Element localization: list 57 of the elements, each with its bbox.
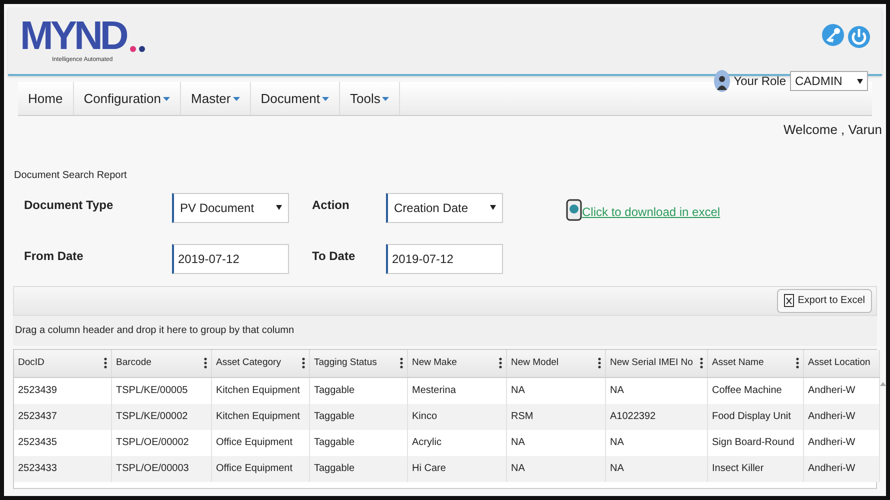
- date-field[interactable]: 2019-07-12: [386, 244, 503, 274]
- power-icon[interactable]: [848, 24, 870, 48]
- group-hint: Drag a column header and drop it here to group by that column: [15, 324, 294, 338]
- logo-dots-icon: [130, 46, 146, 52]
- table-cell: TSPL/OE/00003: [112, 456, 212, 482]
- caret-icon: [163, 96, 170, 100]
- menu-item[interactable]: Tools: [340, 82, 400, 115]
- key-icon[interactable]: [822, 24, 844, 46]
- column-menu-icon[interactable]: [400, 357, 403, 369]
- column-menu-icon[interactable]: [204, 357, 207, 369]
- column-menu-icon[interactable]: [598, 357, 601, 369]
- table-cell: Taggable: [310, 456, 408, 482]
- date-field[interactable]: 2019-07-12: [172, 244, 289, 274]
- select-field[interactable]: Creation Date: [386, 192, 503, 222]
- export-button[interactable]: Export to Excel: [776, 288, 872, 312]
- role-label: Your Role: [734, 73, 786, 90]
- column-header[interactable]: New Model: [507, 350, 606, 376]
- table-cell: 2523433: [14, 456, 112, 482]
- field-label: Action: [312, 196, 350, 214]
- caret-icon: [382, 96, 390, 100]
- table-cell: Insect Killer: [708, 456, 804, 482]
- table-cell: NA: [507, 456, 606, 482]
- menu-item[interactable]: Configuration: [74, 82, 182, 115]
- menu-item[interactable]: Master: [181, 82, 251, 115]
- menu-item[interactable]: Document: [250, 82, 340, 115]
- column-header[interactable]: Tagging Status: [310, 350, 408, 376]
- field-label: From Date: [24, 248, 84, 264]
- column-header[interactable]: Barcode: [112, 350, 212, 376]
- table-cell: Hi Care: [408, 456, 507, 482]
- column-header[interactable]: Asset Category: [212, 350, 310, 376]
- field-label: Document Type: [24, 196, 114, 214]
- select-field[interactable]: PV Document: [172, 192, 289, 222]
- welcome-text: Welcome , Varun: [783, 121, 882, 139]
- table-cell: Andheri-W: [804, 456, 880, 482]
- menu-item[interactable]: Home: [18, 82, 74, 115]
- column-header[interactable]: New Serial IMEI No: [606, 350, 708, 376]
- column-header[interactable]: DocID: [14, 350, 112, 376]
- table-cell: Office Equipment: [212, 456, 310, 482]
- column-menu-icon[interactable]: [302, 357, 305, 369]
- column-header[interactable]: Asset Name: [708, 350, 804, 376]
- column-header[interactable]: Asset Location: [804, 350, 880, 376]
- column-menu-icon[interactable]: [796, 357, 799, 369]
- role-select[interactable]: CADMIN: [790, 71, 868, 91]
- caret-icon: [322, 96, 329, 100]
- caret-icon: [232, 96, 240, 100]
- caret-icon: [490, 205, 496, 210]
- column-menu-icon[interactable]: [499, 357, 502, 369]
- user-avatar-icon: [714, 70, 730, 92]
- field-label: To Date: [312, 248, 356, 264]
- spreadsheet-icon: [784, 294, 794, 307]
- column-header[interactable]: New Make: [408, 350, 507, 376]
- column-menu-icon[interactable]: [104, 357, 107, 369]
- table-cell: NA: [606, 456, 708, 482]
- logo-wordmark: MYND: [20, 16, 126, 56]
- column-menu-icon[interactable]: [700, 357, 703, 369]
- caret-icon: [276, 205, 282, 210]
- report-title: Document Search Report: [14, 168, 128, 182]
